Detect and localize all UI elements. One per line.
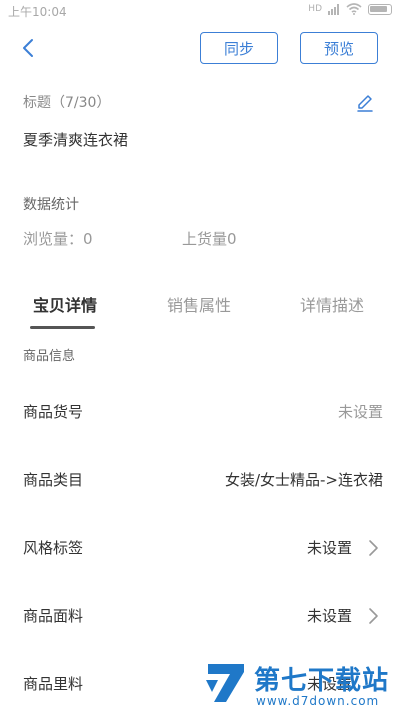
- row-label: 商品货号: [23, 403, 84, 421]
- row-category[interactable]: 商品类目 女装/女士精品->连衣裙: [0, 461, 400, 501]
- tab-item-details[interactable]: 宝贝详情: [33, 292, 97, 316]
- signal-bars-icon: [328, 3, 339, 15]
- stats-heading: 数据统计: [23, 197, 79, 213]
- listings-count: 上货量0: [182, 230, 237, 248]
- tab-active-indicator: [30, 326, 95, 329]
- row-value: 未设置: [306, 607, 352, 625]
- tab-bar: 宝贝详情 销售属性 详情描述: [0, 280, 400, 332]
- back-button[interactable]: [14, 34, 42, 62]
- chevron-right-icon: [369, 608, 378, 624]
- chevron-right-icon: [369, 540, 378, 556]
- pencil-icon[interactable]: [354, 92, 376, 114]
- row-label: 商品里料: [23, 675, 84, 693]
- row-label: 风格标签: [23, 539, 84, 557]
- signal-icon: HD: [308, 4, 322, 14]
- preview-button[interactable]: 预览: [300, 32, 378, 64]
- product-info-heading: 商品信息: [23, 349, 76, 364]
- row-style-tags[interactable]: 风格标签 未设置: [0, 529, 400, 569]
- watermark-url: www.d7down.com: [256, 694, 380, 708]
- row-value: 未设置: [306, 539, 352, 557]
- wifi-icon: [346, 3, 362, 15]
- watermark-logo-icon: [206, 664, 244, 702]
- tab-description[interactable]: 详情描述: [300, 292, 364, 316]
- row-value: 女装/女士精品->连衣裙: [224, 471, 383, 489]
- top-bar: 同步 预览: [0, 28, 400, 68]
- battery-icon: [368, 3, 392, 15]
- views-count: 浏览量：0: [23, 230, 93, 248]
- row-label: 商品面料: [23, 607, 84, 625]
- status-icons: HD: [308, 3, 392, 15]
- tab-sales-attributes[interactable]: 销售属性: [167, 292, 231, 316]
- title-label: 标题（7/30）: [23, 95, 111, 111]
- title-value[interactable]: 夏季清爽连衣裙: [23, 129, 128, 150]
- row-fabric[interactable]: 商品面料 未设置: [0, 597, 400, 637]
- status-time: 上午10:04: [8, 5, 67, 19]
- sync-button[interactable]: 同步: [200, 32, 278, 64]
- row-label: 商品类目: [23, 471, 84, 489]
- row-item-number[interactable]: 商品货号 未设置: [0, 393, 400, 433]
- chevron-left-icon: [23, 39, 33, 57]
- watermark-text: 第七下载站: [254, 666, 390, 696]
- row-value: 未设置: [337, 403, 383, 421]
- watermark: 第七下载站 www.d7down.com: [204, 658, 400, 711]
- status-bar: 上午10:04 HD: [0, 0, 400, 22]
